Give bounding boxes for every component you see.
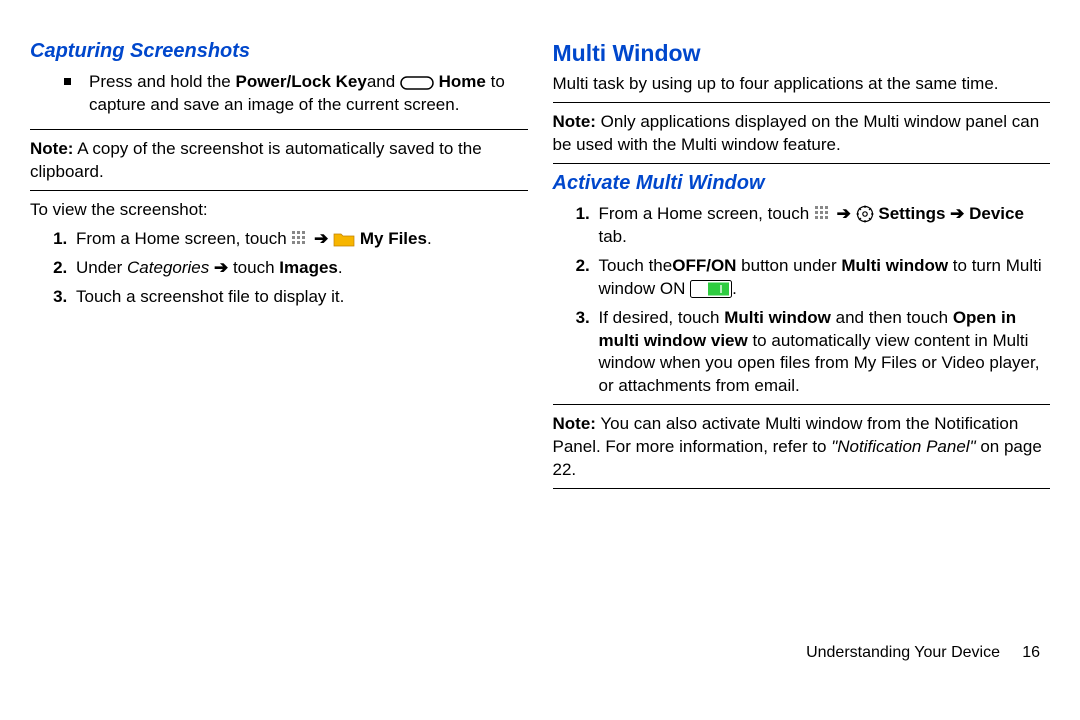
t: .: [338, 258, 343, 277]
divider: [553, 488, 1051, 489]
steps-view-screenshot: From a Home screen, touch ➔ My Files. Un…: [50, 228, 528, 309]
t: Touch the: [599, 256, 673, 275]
note-multi-window-apps: Note: Only applications displayed on the…: [553, 111, 1051, 157]
power-lock-key: Power/Lock Key: [235, 72, 366, 91]
categories-label: Categories: [127, 258, 209, 277]
t: tab.: [599, 227, 627, 246]
left-column: Capturing Screenshots Press and hold the…: [30, 40, 528, 660]
note-text: Only applications displayed on the Multi…: [553, 112, 1040, 154]
heading-activate-multi-window: Activate Multi Window: [553, 172, 1051, 195]
t: .: [732, 279, 737, 298]
t: From a Home screen, touch: [76, 229, 291, 248]
multi-window-label: Multi window: [841, 256, 948, 275]
images-label: Images: [279, 258, 338, 277]
t: button under: [736, 256, 841, 275]
divider: [553, 102, 1051, 103]
t: From a Home screen, touch: [599, 204, 814, 223]
note-label: Note:: [553, 414, 596, 433]
note-label: Note:: [553, 112, 596, 131]
note-text: A copy of the screenshot is automaticall…: [30, 139, 482, 181]
note-label: Note:: [30, 139, 73, 158]
gear-icon: [856, 205, 874, 223]
bullet-text: Press and hold the Power/Lock Keyand Hom…: [89, 71, 528, 117]
heading-capturing-screenshots: Capturing Screenshots: [30, 40, 528, 63]
t: Under: [76, 258, 127, 277]
steps-activate-multi-window: From a Home screen, touch ➔ Settings ➔ D…: [573, 203, 1051, 399]
step-2: Under Categories ➔ touch Images.: [72, 257, 528, 280]
square-bullet-icon: [64, 78, 71, 85]
divider: [30, 129, 528, 130]
toggle-on-icon: [690, 280, 732, 298]
my-files-label: My Files: [355, 229, 427, 248]
multi-window-intro: Multi task by using up to four applicati…: [553, 73, 1051, 96]
bullet-item: Press and hold the Power/Lock Keyand Hom…: [64, 71, 528, 123]
page: Capturing Screenshots Press and hold the…: [0, 0, 1080, 680]
multi-window-label: Multi window: [724, 308, 831, 327]
apps-grid-icon: [814, 205, 832, 223]
divider: [30, 190, 528, 191]
home-label: Home: [434, 72, 486, 91]
t: If desired, touch: [599, 308, 725, 327]
divider: [553, 163, 1051, 164]
folder-icon: [333, 231, 355, 247]
note-notification-panel: Note: You can also activate Multi window…: [553, 413, 1051, 482]
settings-label: Settings: [874, 204, 951, 223]
t: Press and hold the: [89, 72, 235, 91]
step-3: If desired, touch Multi window and then …: [595, 307, 1051, 399]
off-on-label: OFF/ON: [672, 256, 736, 275]
page-footer: Understanding Your Device 16: [806, 644, 1040, 662]
t: and then touch: [831, 308, 953, 327]
notification-panel-ref: "Notification Panel": [831, 437, 975, 456]
apps-grid-icon: [291, 230, 309, 248]
t: and: [367, 72, 400, 91]
step-1: From a Home screen, touch ➔ Settings ➔ D…: [595, 203, 1051, 249]
pill-key-icon: [400, 76, 434, 90]
t: touch: [228, 258, 279, 277]
view-screenshot-label: To view the screenshot:: [30, 199, 528, 222]
footer-page-number: 16: [1022, 644, 1040, 661]
heading-multi-window: Multi Window: [553, 40, 1051, 67]
footer-chapter: Understanding Your Device: [806, 644, 1000, 661]
step-2: Touch theOFF/ON button under Multi windo…: [595, 255, 1051, 301]
step-1: From a Home screen, touch ➔ My Files.: [72, 228, 528, 251]
t: .: [427, 229, 432, 248]
step-3: Touch a screenshot file to display it.: [72, 286, 528, 309]
note-screenshot-clipboard: Note: A copy of the screenshot is automa…: [30, 138, 528, 184]
divider: [553, 404, 1051, 405]
right-column: Multi Window Multi task by using up to f…: [553, 40, 1051, 660]
device-label: Device: [969, 204, 1024, 223]
